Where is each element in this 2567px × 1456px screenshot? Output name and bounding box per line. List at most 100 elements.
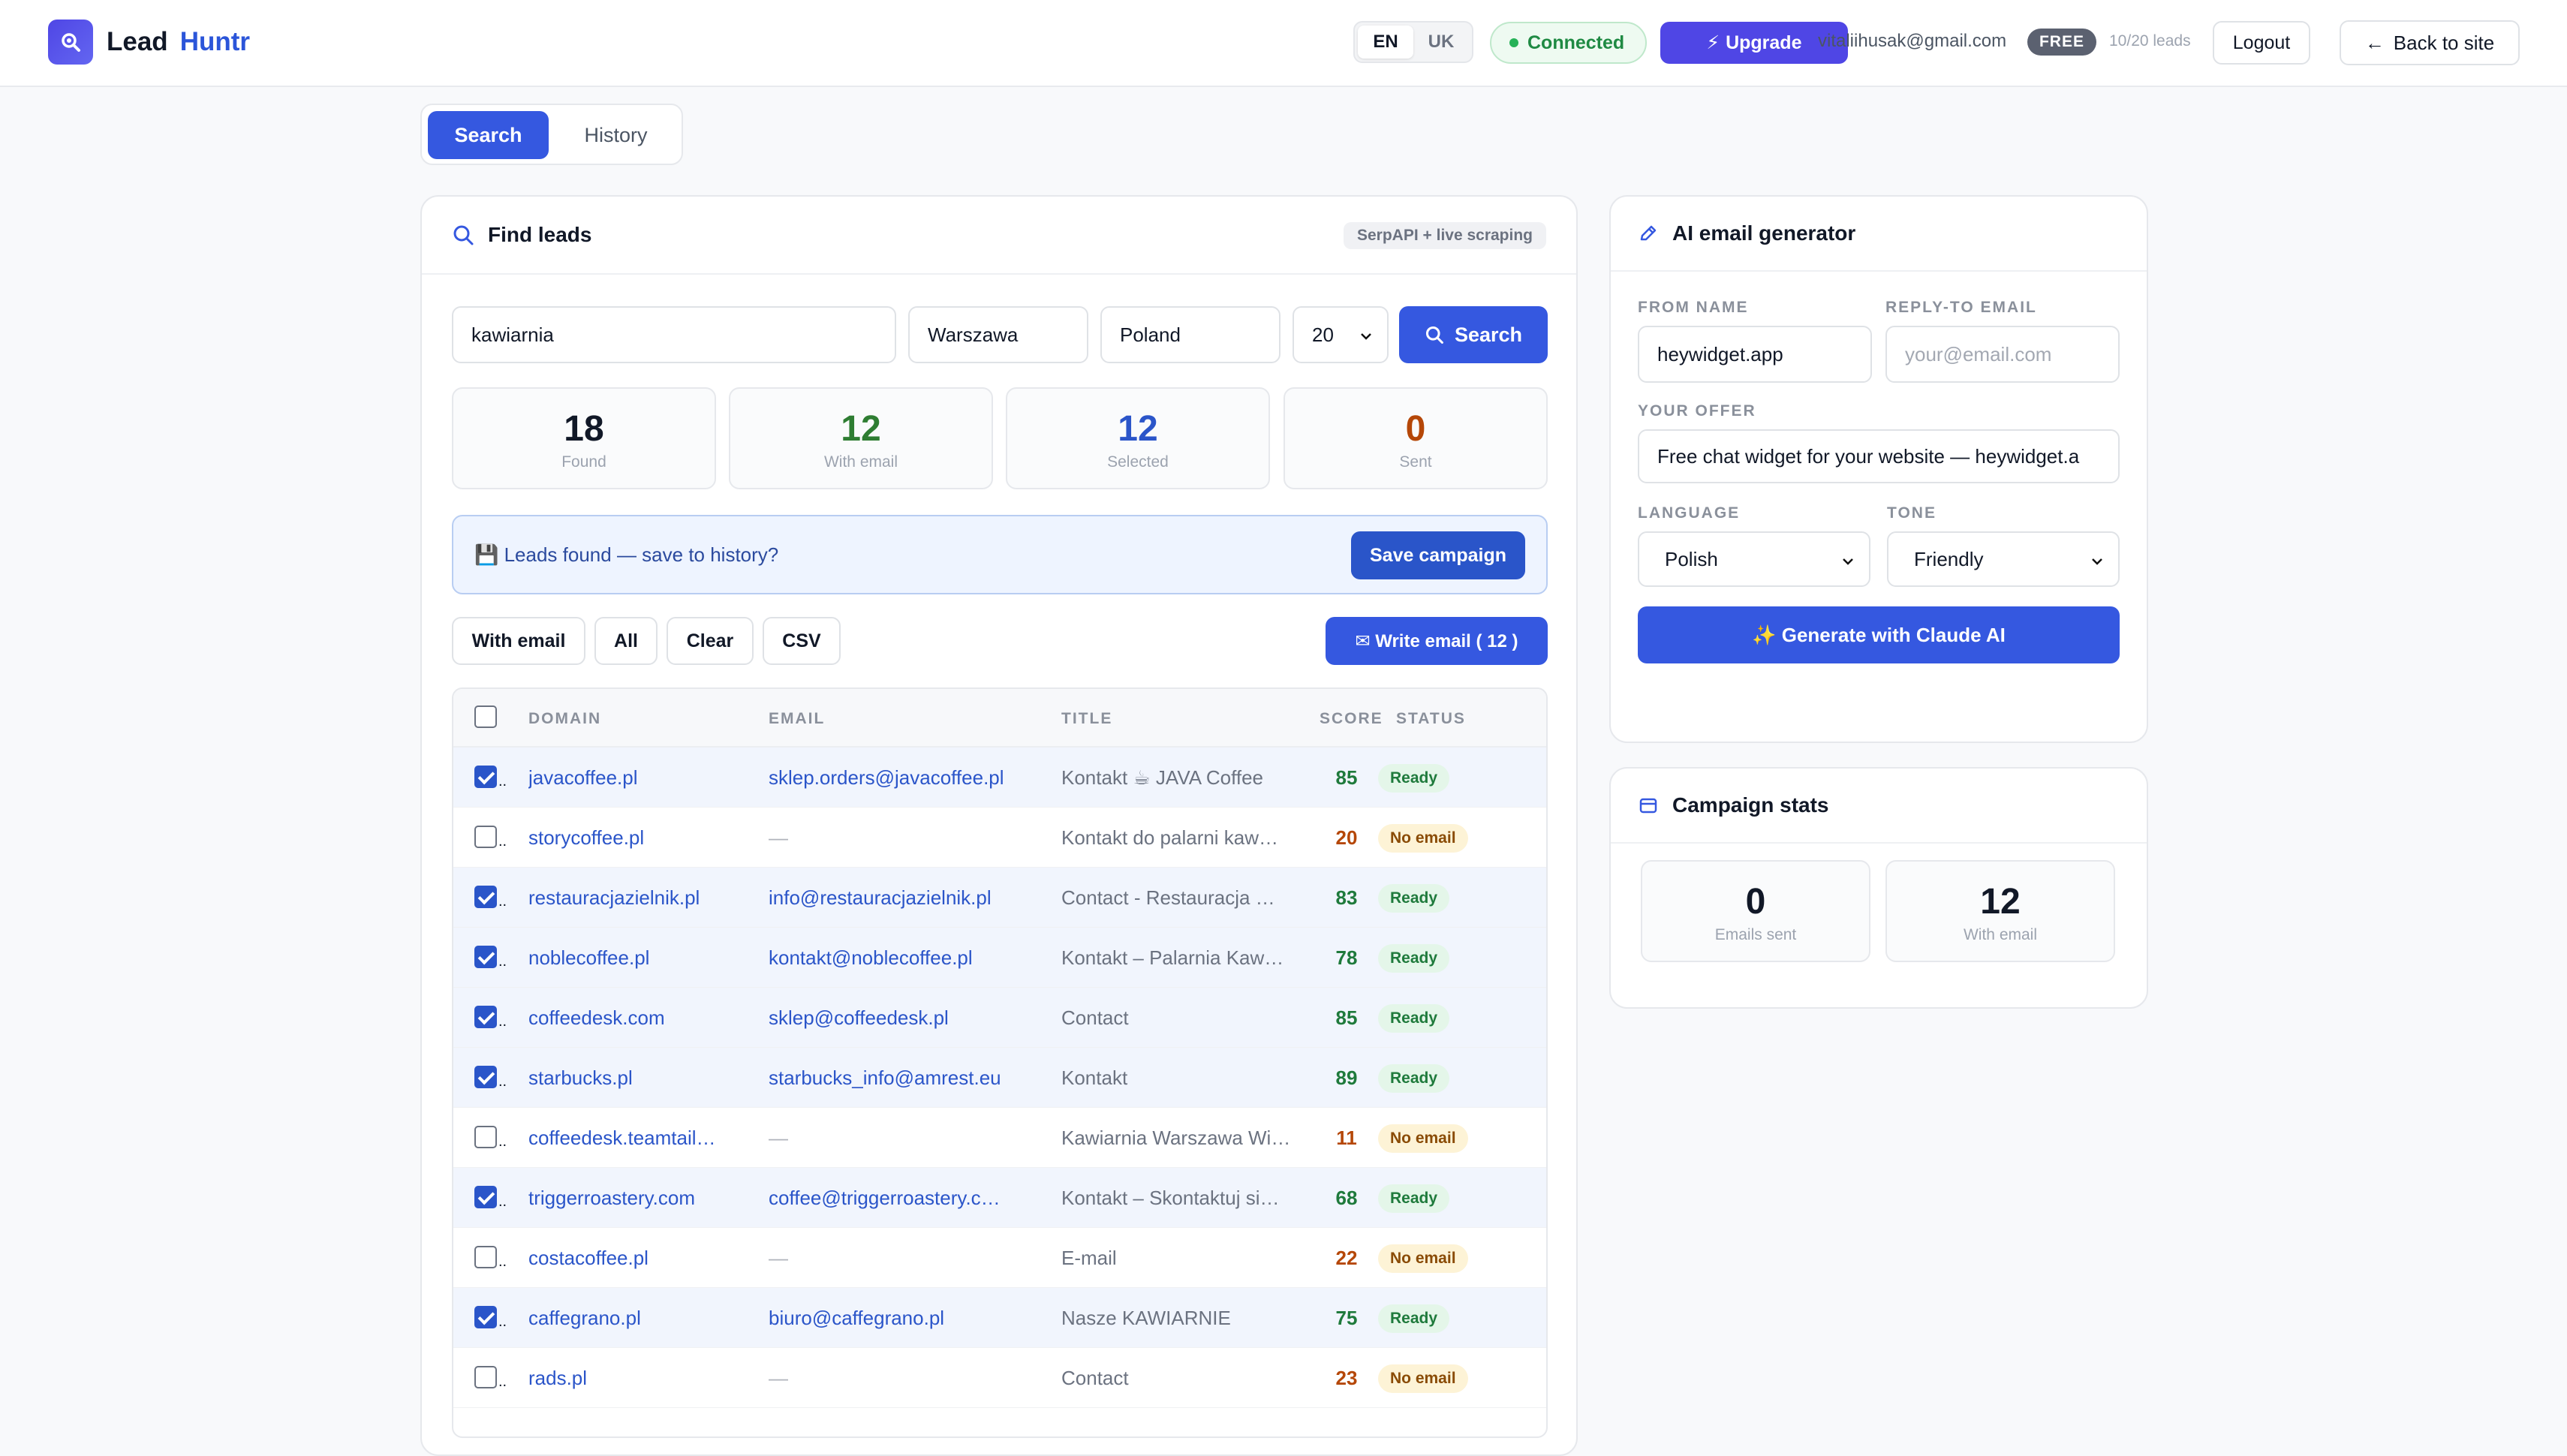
row-checkbox[interactable] [474,946,497,968]
table-row[interactable]: .. coffeedesk.teamtail… — Kawiarnia Warszaw… [453,1108,1546,1168]
row-email: — [769,1367,788,1389]
row-title: Kawiarnia Warszawa Wi… [1061,1127,1291,1149]
from-name-input[interactable]: heywidget.app [1638,326,1872,383]
campaign-stats-title: Campaign stats [1672,793,1829,817]
table-row[interactable]: .. starbucks.pl starbucks_info@amrest.eu Ko… [453,1048,1546,1108]
user-email: vitaliihusak@gmail.com [1818,31,2007,51]
reply-to-label: REPLY-TO EMAIL [1885,299,2037,316]
limit-select[interactable]: 20 [1293,306,1389,363]
row-domain-link[interactable]: restauracjazielnik.pl [528,886,754,910]
row-email: — [769,826,788,849]
csv-button[interactable]: CSV [763,617,841,665]
row-domain-link[interactable]: javacoffee.pl [528,766,754,790]
table-row[interactable]: .. triggerroastery.com coffee@triggerroast… [453,1168,1546,1228]
row-checkbox[interactable] [474,1306,497,1328]
search-icon [453,225,474,245]
table-row[interactable]: .. noblecoffee.pl kontakt@noblecoffee.pl Ko… [453,928,1546,988]
row-domain-link[interactable]: triggerroastery.com [528,1187,754,1210]
row-checkbox[interactable] [474,1186,497,1208]
row-score: 22 [1335,1247,1358,1269]
main-tabs: Search History [420,104,683,165]
row-email[interactable]: biuro@caffegrano.pl [769,1307,1024,1330]
row-email[interactable]: sklep@coffeedesk.pl [769,1006,1024,1030]
filter-all-button[interactable]: All [594,617,658,665]
stat-selected: 12 Selected [1006,387,1270,489]
row-title: Contact [1061,1367,1129,1389]
reply-to-input[interactable]: your@email.com [1885,326,2120,383]
select-all-checkbox[interactable] [474,705,497,728]
table-row[interactable]: .. restauracjazielnik.pl info@restauracjaz… [453,868,1546,928]
arrow-left-icon: ← [2364,31,2385,54]
tone-select[interactable]: Friendly [1887,531,2120,587]
write-email-button[interactable]: ✉ Write email ( 12 ) [1326,617,1548,665]
row-checkbox[interactable] [474,1366,497,1388]
row-domain-link[interactable]: storycoffee.pl [528,826,754,850]
top-bar: Lead Huntr EN UK Connected ⚡ Upgrade vital… [0,0,2567,87]
row-checkbox[interactable] [474,1246,497,1268]
save-banner-text: 💾 Leads found — save to history? [474,543,779,566]
row-domain-link[interactable]: costacoffee.pl [528,1247,754,1270]
row-domain-link[interactable]: noblecoffee.pl [528,946,754,970]
row-checkbox-overflow: .. [498,1073,507,1090]
generate-button[interactable]: ✨ Generate with Claude AI [1638,606,2120,663]
status-badge: Ready [1378,1184,1450,1213]
offer-input[interactable]: Free chat widget for your website — heyw… [1638,429,2120,483]
row-domain-link[interactable]: coffeedesk.com [528,1006,754,1030]
row-checkbox[interactable] [474,766,497,788]
row-email[interactable]: info@restauracjazielnik.pl [769,886,1024,910]
lang-en-button[interactable]: EN [1358,26,1413,59]
col-title: TITLE [1061,710,1113,727]
table-row[interactable]: .. storycoffee.pl — Kontakt do palarni kaw…… [453,808,1546,868]
language-switcher: EN UK [1353,21,1473,63]
row-checkbox-overflow: .. [498,1373,507,1390]
filter-with-email-button[interactable]: With email [452,617,585,665]
row-email[interactable]: starbucks_info@amrest.eu [769,1066,1024,1090]
row-score: 20 [1335,826,1358,849]
chevron-down-icon [2092,558,2102,565]
language-select[interactable]: Polish [1638,531,1870,587]
row-domain-link[interactable]: starbucks.pl [528,1066,754,1090]
row-checkbox-overflow: .. [498,953,507,970]
offer-label: YOUR OFFER [1638,402,1756,420]
table-row[interactable]: .. costacoffee.pl — E-mail 22 No email [453,1228,1546,1288]
table-row[interactable]: .. caffegrano.pl biuro@caffegrano.pl Nasze … [453,1288,1546,1348]
row-email[interactable]: kontakt@noblecoffee.pl [769,946,1024,970]
row-email[interactable]: sklep.orders@javacoffee.pl [769,766,1024,790]
status-badge: Ready [1378,884,1450,913]
query-input[interactable]: kawiarnia [452,306,896,363]
table-row[interactable]: .. coffeedesk.com sklep@coffeedesk.pl Conta… [453,988,1546,1048]
row-domain-link[interactable]: caffegrano.pl [528,1307,754,1330]
row-checkbox[interactable] [474,1126,497,1148]
row-score: 68 [1335,1187,1358,1209]
search-button[interactable]: Search [1399,306,1548,363]
tab-search[interactable]: Search [428,111,549,159]
source-tag: SerpAPI + live scraping [1343,222,1546,249]
tab-history[interactable]: History [556,111,676,159]
row-title: E-mail [1061,1247,1117,1269]
tone-label: TONE [1887,504,1937,522]
row-email[interactable]: coffee@triggerroastery.c… [769,1187,1024,1210]
pencil-icon [1640,225,1657,241]
lang-uk-button[interactable]: UK [1413,26,1469,59]
status-badge: No email [1378,1364,1468,1393]
city-input[interactable]: Warszawa [908,306,1088,363]
table-row[interactable]: .. javacoffee.pl sklep.orders@javacoffee.p… [453,748,1546,808]
back-to-site-button[interactable]: ← Back to site [2340,20,2520,65]
clear-button[interactable]: Clear [667,617,754,665]
chevron-down-icon [1843,558,1853,565]
row-checkbox[interactable] [474,1006,497,1028]
logout-button[interactable]: Logout [2213,21,2310,65]
table-row[interactable]: .. rads.pl — Contact 23 No email [453,1348,1546,1408]
row-checkbox[interactable] [474,826,497,848]
save-campaign-button[interactable]: Save campaign [1351,531,1525,579]
row-score: 75 [1335,1307,1358,1329]
country-input[interactable]: Poland [1100,306,1280,363]
row-domain-link[interactable]: coffeedesk.teamtail… [528,1127,754,1150]
status-badge: No email [1378,1124,1468,1153]
search-icon [1425,326,1443,344]
row-checkbox[interactable] [474,1066,497,1088]
stat-emails-sent: 0 Emails sent [1641,860,1870,962]
status-badge: Ready [1378,1004,1450,1033]
row-checkbox[interactable] [474,886,497,908]
row-domain-link[interactable]: rads.pl [528,1367,754,1390]
